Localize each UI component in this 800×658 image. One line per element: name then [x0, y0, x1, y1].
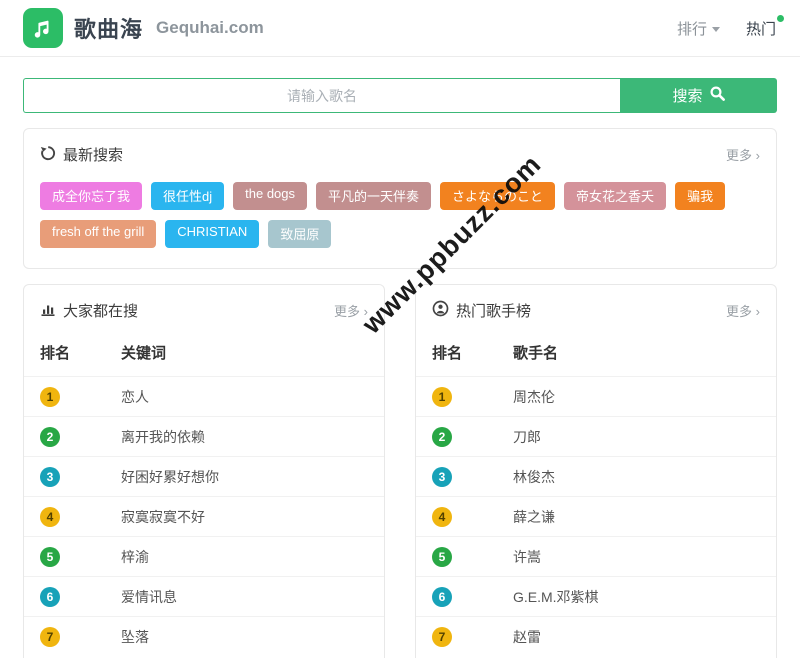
table-row[interactable]: 1 周杰伦 — [416, 376, 776, 416]
rank-badge: 6 — [40, 587, 60, 607]
keyword-link[interactable]: 恋人 — [121, 387, 149, 407]
latest-search-panel: 最新搜索 更多 › 成全你忘了我 很任性dj the dogs 平凡的一天伴奏 … — [23, 128, 777, 269]
page: 歌曲海 Gequhai.com 排行 热门 搜索 — [0, 0, 800, 658]
search-tag[interactable]: 很任性dj — [151, 182, 224, 210]
rank-badge: 2 — [432, 427, 452, 447]
table-row[interactable]: 7 坠落 — [24, 616, 384, 656]
rank-badge: 3 — [432, 467, 452, 487]
singer-link[interactable]: 林俊杰 — [513, 467, 555, 487]
search-tag[interactable]: fresh off the grill — [40, 220, 156, 248]
table-header: 排名 关键词 — [40, 342, 368, 376]
rank-badge: 3 — [40, 467, 60, 487]
singer-link[interactable]: 刀郎 — [513, 427, 541, 447]
column-keyword: 关键词 — [121, 342, 166, 363]
table-row[interactable]: 4 寂寞寂寞不好 — [24, 496, 384, 536]
nav-rank-label: 排行 — [677, 18, 707, 39]
table-row[interactable]: 2 刀郎 — [416, 416, 776, 456]
search-tag[interactable]: CHRISTIAN — [165, 220, 259, 248]
search-tag[interactable]: the dogs — [233, 182, 307, 210]
table-row[interactable]: 3 林俊杰 — [416, 456, 776, 496]
keyword-link[interactable]: 梓渝 — [121, 547, 149, 567]
hot-singers-panel: 热门歌手榜 更多 › 排名 歌手名 1 周杰伦 2 刀郎 3 林俊杰 4 — [415, 284, 777, 658]
rank-badge: 1 — [432, 387, 452, 407]
nav-rank-dropdown[interactable]: 排行 — [677, 18, 720, 39]
rank-badge: 7 — [432, 627, 452, 647]
keyword-link[interactable]: 离开我的依赖 — [121, 427, 205, 447]
nav-hot-label: 热门 — [746, 18, 776, 39]
singer-link[interactable]: 薛之谦 — [513, 507, 555, 527]
column-singer: 歌手名 — [513, 342, 558, 363]
panel-title: 大家都在搜 — [63, 300, 138, 321]
singer-link[interactable]: G.E.M.邓紫棋 — [513, 587, 599, 607]
search-tag[interactable]: さよならのこと — [440, 182, 555, 210]
site-title: 歌曲海 — [74, 12, 143, 44]
caret-down-icon — [712, 27, 720, 32]
table-row[interactable]: 2 离开我的依赖 — [24, 416, 384, 456]
search-button[interactable]: 搜索 — [620, 78, 777, 113]
column-rank: 排名 — [432, 342, 513, 363]
rank-badge: 4 — [432, 507, 452, 527]
search-icon — [710, 86, 725, 105]
search-tag[interactable]: 成全你忘了我 — [40, 182, 142, 210]
nav-hot[interactable]: 热门 — [746, 18, 776, 39]
keyword-link[interactable]: 寂寞寂寞不好 — [121, 507, 205, 527]
keyword-link[interactable]: 爱情讯息 — [121, 587, 177, 607]
keyword-link[interactable]: 坠落 — [121, 627, 149, 647]
history-icon — [40, 145, 56, 165]
bar-chart-icon — [40, 301, 56, 321]
music-note-icon — [23, 8, 63, 48]
more-link[interactable]: 更多 › — [334, 301, 368, 320]
table-row[interactable]: 6 G.E.M.邓紫棋 — [416, 576, 776, 616]
table-row[interactable]: 3 好困好累好想你 — [24, 456, 384, 496]
singer-link[interactable]: 赵雷 — [513, 627, 541, 647]
panel-title: 最新搜索 — [63, 144, 123, 165]
search-tag[interactable]: 帝女花之香夭 — [564, 182, 666, 210]
rank-badge: 1 — [40, 387, 60, 407]
table-row[interactable]: 7 赵雷 — [416, 616, 776, 656]
singer-link[interactable]: 周杰伦 — [513, 387, 555, 407]
ranking-panels: 大家都在搜 更多 › 排名 关键词 1 恋人 2 离开我的依赖 3 好困好累好想… — [23, 284, 777, 658]
search-tag[interactable]: 平凡的一天伴奏 — [316, 182, 431, 210]
header: 歌曲海 Gequhai.com 排行 热门 — [0, 0, 800, 57]
search-tag[interactable]: 致屈原 — [268, 220, 331, 248]
new-indicator-dot — [777, 15, 784, 22]
keyword-link[interactable]: 好困好累好想你 — [121, 467, 219, 487]
top-nav: 排行 热门 — [677, 18, 776, 39]
table-row[interactable]: 6 爱情讯息 — [24, 576, 384, 616]
search-input[interactable] — [23, 78, 620, 113]
hot-keywords-panel: 大家都在搜 更多 › 排名 关键词 1 恋人 2 离开我的依赖 3 好困好累好想… — [23, 284, 385, 658]
rank-badge: 7 — [40, 627, 60, 647]
brand[interactable]: 歌曲海 Gequhai.com — [23, 8, 264, 48]
person-icon — [432, 300, 449, 321]
rank-badge: 5 — [40, 547, 60, 567]
rank-badge: 5 — [432, 547, 452, 567]
site-domain: Gequhai.com — [156, 18, 264, 38]
column-rank: 排名 — [40, 342, 121, 363]
table-row[interactable]: 5 许嵩 — [416, 536, 776, 576]
table-row[interactable]: 4 薛之谦 — [416, 496, 776, 536]
rank-badge: 6 — [432, 587, 452, 607]
table-header: 排名 歌手名 — [432, 342, 760, 376]
panel-title: 热门歌手榜 — [456, 300, 531, 321]
rank-badge: 2 — [40, 427, 60, 447]
more-link[interactable]: 更多 › — [726, 145, 760, 164]
rank-badge: 4 — [40, 507, 60, 527]
more-link[interactable]: 更多 › — [726, 301, 760, 320]
search-bar: 搜索 — [23, 78, 777, 113]
singer-link[interactable]: 许嵩 — [513, 547, 541, 567]
table-row[interactable]: 1 恋人 — [24, 376, 384, 416]
search-tag[interactable]: 骗我 — [675, 182, 725, 210]
tag-list: 成全你忘了我 很任性dj the dogs 平凡的一天伴奏 さよならのこと 帝女… — [40, 182, 760, 248]
search-button-label: 搜索 — [672, 85, 702, 106]
table-row[interactable]: 5 梓渝 — [24, 536, 384, 576]
